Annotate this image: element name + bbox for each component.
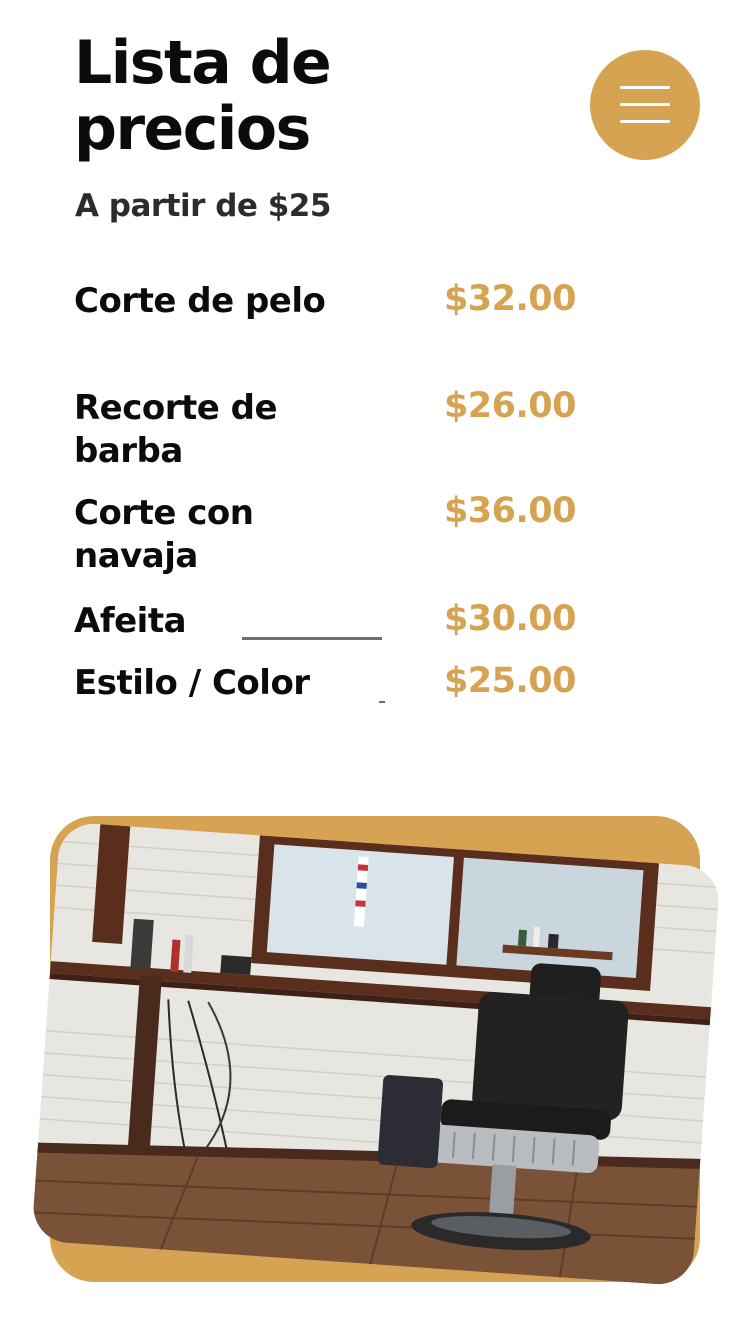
service-price: $25.00 <box>443 661 577 701</box>
service-price: $36.00 <box>443 491 577 531</box>
service-name: Recorte de barba <box>74 388 278 471</box>
price-row: Afeita $30.00 <box>74 599 594 643</box>
dotted-leader <box>242 637 382 640</box>
price-row: Corte de pelo $32.00 <box>74 279 594 366</box>
price-row: Recorte de barba $26.00 <box>74 386 594 473</box>
page-subtitle: A partir de $25 <box>75 188 331 224</box>
dotted-leader <box>379 701 385 703</box>
price-row: Estilo / Color $25.00 <box>74 661 594 705</box>
menu-button[interactable] <box>590 50 700 160</box>
service-price: $26.00 <box>443 386 577 426</box>
service-name: Estilo / Color <box>74 663 310 703</box>
price-row: Corte con navaja $36.00 <box>74 491 594 578</box>
barbershop-photo <box>31 821 721 1287</box>
hamburger-menu-icon-line <box>620 103 670 106</box>
barbershop-photo-section <box>0 800 750 1334</box>
service-name: Corte de pelo <box>74 281 326 321</box>
page-title: Lista de precios <box>74 28 332 164</box>
hamburger-menu-icon <box>620 86 670 89</box>
hamburger-menu-icon-line <box>620 120 670 123</box>
service-price: $32.00 <box>443 279 577 319</box>
service-price: $30.00 <box>443 599 577 639</box>
service-name: Corte con navaja <box>74 493 254 576</box>
